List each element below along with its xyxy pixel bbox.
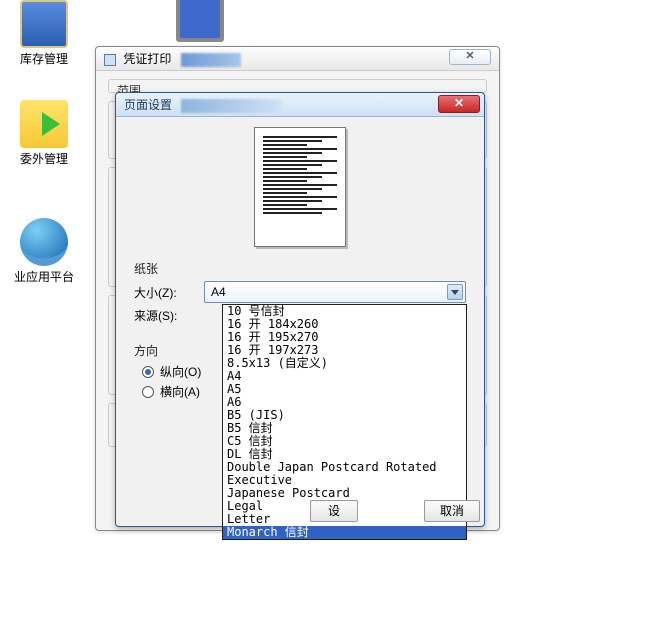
chevron-down-icon <box>447 284 463 300</box>
ok-button-partial[interactable]: 设 <box>310 500 358 522</box>
blurred-title-icon <box>181 53 241 67</box>
dialog-title: 凭证打印 <box>123 52 171 66</box>
landscape-label: 横向(A) <box>160 383 200 400</box>
paper-size-combo[interactable]: A4 <box>204 281 466 303</box>
desktop-icon-label: 库存管理 <box>4 50 84 67</box>
close-icon: ✕ <box>465 50 474 62</box>
radio-icon <box>142 366 154 378</box>
monitor-icon <box>176 0 224 42</box>
paper-section-label: 纸张 <box>134 260 466 277</box>
close-button[interactable]: ✕ <box>438 95 480 113</box>
cancel-label: 取消 <box>440 504 464 518</box>
folder-arrow-icon <box>20 100 68 148</box>
dropdown-option[interactable]: Monarch 信封 <box>223 526 466 539</box>
portrait-label: 纵向(O) <box>160 363 201 380</box>
desktop-icon-label: 委外管理 <box>4 150 84 167</box>
paper-size-value: A4 <box>211 285 226 299</box>
size-label: 大小(Z): <box>134 284 204 301</box>
desktop-icon-label: 业应用平台 <box>4 268 84 285</box>
dropdown-option[interactable]: 8.5x13 (自定义) <box>223 357 466 370</box>
page-preview <box>134 127 466 250</box>
desktop-icon-platform[interactable]: 业应用平台 <box>4 218 84 285</box>
preview-page-icon <box>254 127 346 247</box>
cancel-button[interactable]: 取消 <box>424 500 480 522</box>
row-label <box>115 464 133 482</box>
close-button[interactable]: ✕ <box>449 49 491 65</box>
printer-icon <box>104 54 116 66</box>
voucher-print-titlebar[interactable]: 凭证打印 ✕ <box>96 47 499 71</box>
dropdown-option[interactable]: A5 <box>223 383 466 396</box>
blurred-title-icon <box>181 99 281 113</box>
source-label: 来源(S): <box>134 307 204 324</box>
house-icon <box>20 0 68 48</box>
desktop-icon-inventory[interactable]: 库存管理 <box>4 0 84 67</box>
page-setup-titlebar[interactable]: 页面设置 ✕ <box>116 93 484 117</box>
dialog-title: 页面设置 <box>124 98 172 112</box>
radio-icon <box>142 386 154 398</box>
desktop-icon-outsource[interactable]: 委外管理 <box>4 100 84 167</box>
ok-label: 设 <box>328 504 340 518</box>
desktop-icon-monitor[interactable] <box>160 0 240 42</box>
dropdown-option[interactable]: A4 <box>223 370 466 383</box>
globe-icon <box>20 218 68 266</box>
close-icon: ✕ <box>454 96 464 110</box>
